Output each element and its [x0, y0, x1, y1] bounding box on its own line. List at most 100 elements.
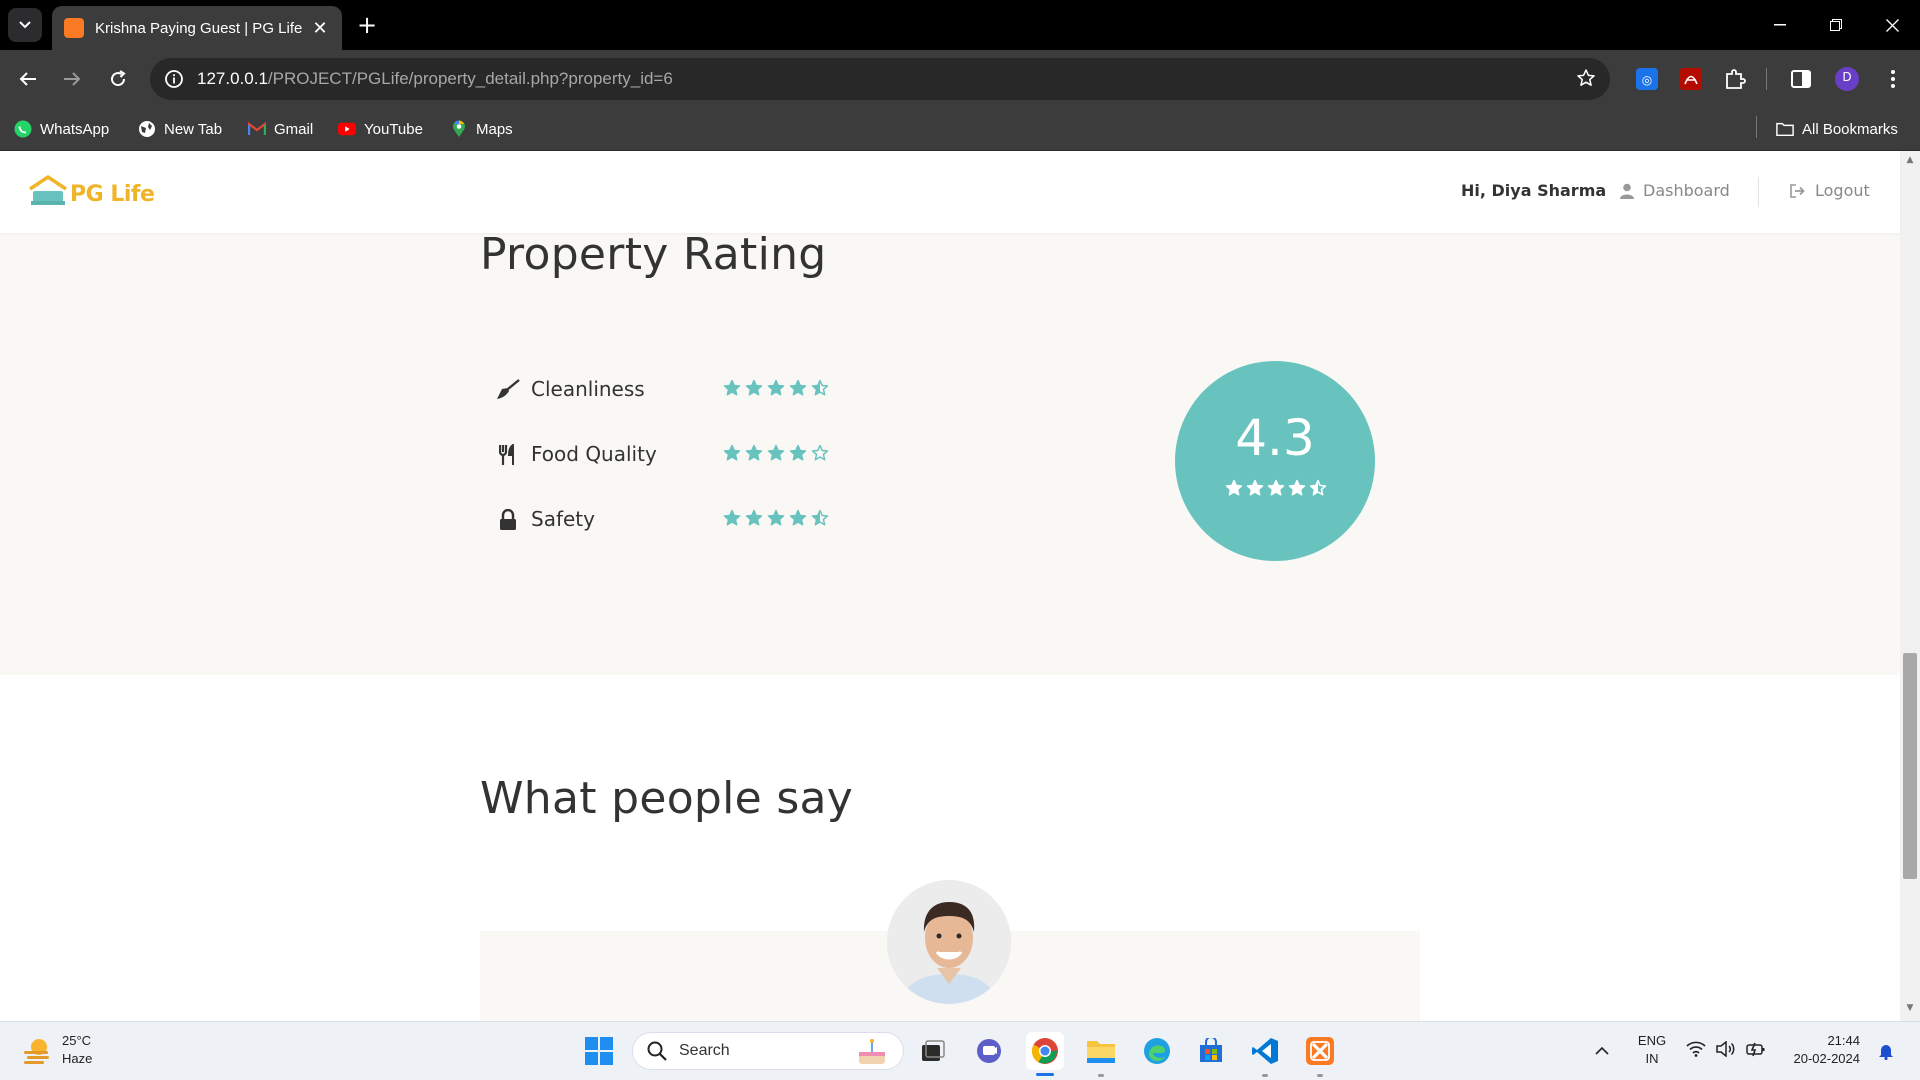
bookmark-gmail[interactable]: Gmail	[248, 116, 313, 142]
minimize-button[interactable]	[1752, 0, 1808, 50]
extensions-puzzle-icon[interactable]	[1722, 66, 1748, 92]
rating-label: Cleanliness	[531, 377, 645, 401]
star-full-icon	[745, 379, 763, 396]
close-window-button[interactable]	[1864, 0, 1920, 50]
star-full-icon	[789, 509, 807, 526]
star-full-icon	[1246, 479, 1264, 496]
notifications-button[interactable]	[1866, 1032, 1906, 1070]
star-half-icon	[1309, 479, 1327, 496]
taskbar-app-vscode[interactable]	[1246, 1032, 1284, 1070]
search-placeholder: Search	[679, 1042, 730, 1059]
url-host: 127.0.0.1	[197, 69, 268, 88]
taskbar-app-file-explorer[interactable]	[1082, 1032, 1120, 1070]
url-text: 127.0.0.1/PROJECT/PGLife/property_detail…	[197, 69, 673, 89]
user-greeting: Hi, Diya Sharma	[1461, 181, 1607, 200]
star-full-icon	[1288, 479, 1306, 496]
more-vert-icon	[1891, 70, 1895, 88]
taskbar-app-xampp[interactable]	[1301, 1032, 1339, 1070]
star-full-icon	[745, 444, 763, 461]
tab-close-icon[interactable]: ✕	[310, 18, 330, 39]
tab-title: Krishna Paying Guest | PG Life	[95, 19, 303, 37]
vscode-icon	[1252, 1038, 1278, 1064]
star-full-icon	[767, 509, 785, 526]
overall-star-rating	[1225, 479, 1327, 497]
wifi-icon	[1686, 1041, 1706, 1057]
scrollbar-thumb[interactable]	[1903, 653, 1917, 879]
task-view-button[interactable]	[914, 1032, 952, 1070]
taskbar-app-store[interactable]	[1192, 1032, 1230, 1070]
weather-desc: Haze	[62, 1051, 93, 1066]
reload-icon	[111, 70, 126, 87]
star-rating	[723, 379, 829, 397]
reload-button[interactable]	[102, 63, 134, 95]
site-info-icon[interactable]	[164, 69, 184, 93]
search-icon	[647, 1041, 667, 1061]
rating-label: Safety	[531, 507, 595, 531]
chrome-active-indicator	[1036, 1073, 1054, 1076]
bookmark-whatsapp[interactable]: WhatsApp	[14, 116, 109, 142]
start-button[interactable]	[580, 1032, 618, 1070]
show-hidden-icons-button[interactable]	[1582, 1032, 1622, 1070]
taskbar-app-edge[interactable]	[1138, 1032, 1176, 1070]
edge-icon	[1144, 1038, 1170, 1064]
extension-translate-icon[interactable]: ◎	[1634, 66, 1660, 92]
toolbar-divider	[1766, 68, 1767, 90]
scroll-down-arrow-icon[interactable]: ▼	[1905, 1003, 1915, 1013]
url-path: /PROJECT/PGLife/property_detail.php?prop…	[267, 69, 673, 88]
restore-button[interactable]	[1808, 0, 1864, 50]
explorer-running-indicator	[1098, 1074, 1104, 1077]
address-bar[interactable]: 127.0.0.1/PROJECT/PGLife/property_detail…	[150, 58, 1610, 100]
all-bookmarks-button[interactable]: All Bookmarks	[1776, 116, 1898, 142]
back-button[interactable]	[12, 63, 44, 95]
chrome-menu-button[interactable]	[1880, 66, 1906, 92]
bookmark-label: YouTube	[364, 120, 423, 138]
folder-icon	[1087, 1041, 1115, 1063]
property-rating-section: Property Rating Cleanliness Food Quality…	[0, 229, 1900, 675]
weather-widget[interactable]: 25°C Haze	[22, 1032, 92, 1068]
gmail-icon	[248, 120, 266, 138]
windows-logo-icon	[585, 1037, 613, 1065]
scroll-up-arrow-icon[interactable]: ▲	[1905, 155, 1915, 165]
system-status-icons[interactable]	[1686, 1041, 1766, 1057]
volume-icon	[1716, 1041, 1735, 1057]
taskbar-search[interactable]: Search	[632, 1032, 904, 1070]
star-half-icon	[811, 379, 829, 396]
star-full-icon	[723, 444, 741, 461]
tab-search-button[interactable]	[8, 8, 42, 42]
bookmark-star-icon[interactable]	[1576, 68, 1596, 92]
star-full-icon	[745, 509, 763, 526]
taskbar-app-chrome[interactable]	[1026, 1032, 1064, 1070]
browser-tab-active[interactable]: Krishna Paying Guest | PG Life ✕	[52, 6, 342, 50]
profile-initial: D	[1842, 70, 1852, 84]
new-tab-button[interactable]: +	[352, 10, 382, 40]
taskbar-app-teams[interactable]	[970, 1032, 1008, 1070]
youtube-icon	[338, 120, 356, 138]
clock-time: 21:44	[1827, 1033, 1860, 1048]
chevron-up-icon	[1595, 1047, 1609, 1055]
section-title-testimonials: What people say	[480, 773, 854, 824]
profile-avatar[interactable]: D	[1834, 66, 1860, 92]
user-icon	[1620, 183, 1634, 199]
folder-icon	[1776, 120, 1794, 138]
chevron-down-icon	[19, 21, 31, 29]
bookmark-new-tab[interactable]: New Tab	[138, 116, 222, 142]
page-scrollbar[interactable]: ▲ ▼	[1900, 151, 1920, 1021]
logout-link[interactable]: Logout	[1790, 181, 1870, 200]
rating-row-food-quality: Food Quality	[496, 438, 829, 472]
bookmark-youtube[interactable]: YouTube	[338, 116, 423, 142]
dashboard-link[interactable]: Dashboard	[1620, 181, 1730, 200]
bell-icon	[1879, 1045, 1893, 1060]
bookmark-maps[interactable]: Maps	[450, 116, 513, 142]
windows-taskbar: 25°C Haze Search ENG IN 21:44 20-02-2024	[0, 1021, 1920, 1080]
pglife-logo[interactable]: PG Life	[28, 175, 155, 207]
bookmarks-divider	[1756, 116, 1757, 138]
forward-button[interactable]	[56, 63, 88, 95]
extension-pdf-icon[interactable]	[1678, 66, 1704, 92]
bookmark-label: Maps	[476, 120, 513, 138]
language-indicator[interactable]: ENG IN	[1634, 1032, 1670, 1068]
arrow-right-icon	[64, 72, 81, 86]
side-panel-icon[interactable]	[1788, 66, 1814, 92]
testimonial-avatar	[887, 880, 1011, 1004]
house-logo-icon	[29, 175, 67, 205]
clock[interactable]: 21:44 20-02-2024	[1780, 1032, 1861, 1068]
